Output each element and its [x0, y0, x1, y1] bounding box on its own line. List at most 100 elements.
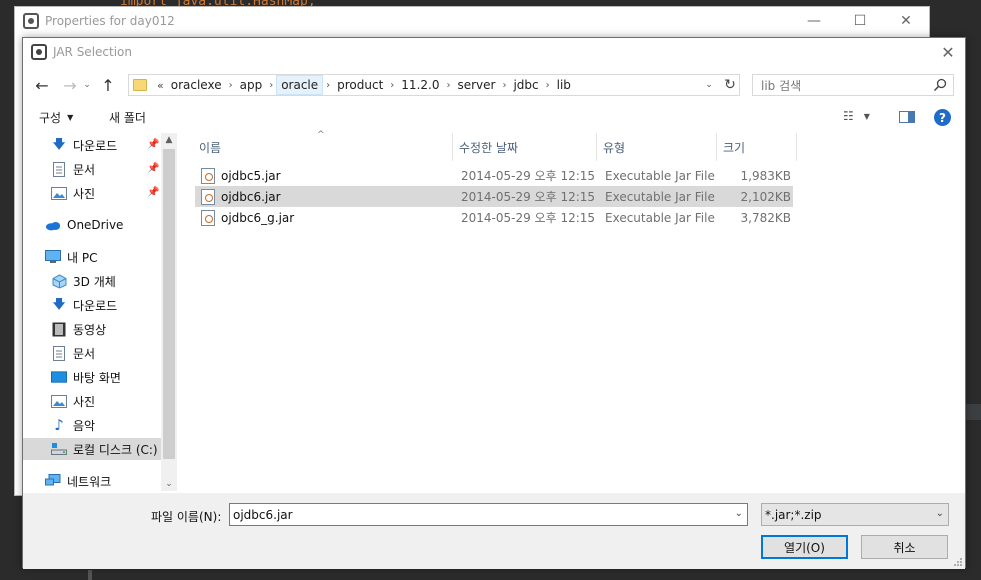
chevron-right-icon[interactable]: ›: [543, 80, 553, 91]
resize-grip-icon[interactable]: [953, 557, 963, 567]
eclipse-icon: [31, 44, 47, 60]
nav-item-label: 문서: [73, 162, 96, 177]
chevron-right-icon[interactable]: ›: [387, 80, 397, 91]
breadcrumb-oracle[interactable]: oracle: [276, 75, 324, 95]
dialog-titlebar: JAR Selection: [23, 38, 965, 66]
column-date-modified[interactable]: 수정한 날짜: [453, 133, 597, 161]
nav-item-desktop[interactable]: 바탕 화면: [51, 366, 121, 388]
breadcrumb-product[interactable]: product: [333, 75, 387, 95]
chevron-down-icon: ▼: [863, 111, 870, 121]
breadcrumb-server[interactable]: server: [453, 75, 499, 95]
nav-item-onedrive[interactable]: OneDrive: [45, 214, 123, 236]
breadcrumb-lib[interactable]: lib: [553, 75, 575, 95]
nav-item-downloads[interactable]: 🡇 다운로드: [51, 294, 117, 316]
nav-item-3d-objects[interactable]: 3D 개체: [51, 270, 116, 292]
onedrive-icon: [45, 217, 61, 233]
recent-locations-button[interactable]: ⌄: [81, 74, 93, 96]
new-folder-button[interactable]: 새 폴더: [109, 109, 146, 126]
nav-item-label: OneDrive: [67, 218, 124, 232]
file-name-label: 파일 이름(N):: [151, 510, 222, 524]
column-size[interactable]: 크기: [717, 133, 797, 161]
forward-button[interactable]: →: [59, 74, 81, 96]
file-row[interactable]: ojdbc6_g.jar 2014-05-29 오후 12:15 Executa…: [195, 207, 793, 228]
preview-pane-icon[interactable]: [899, 111, 915, 123]
column-name[interactable]: 이름: [193, 133, 453, 161]
cancel-button[interactable]: 취소: [861, 535, 948, 559]
pin-icon[interactable]: 📌: [147, 139, 159, 150]
folder-icon: [133, 79, 147, 91]
file-size: 1,983KB: [740, 168, 791, 183]
breadcrumb-overflow[interactable]: «: [153, 79, 167, 92]
pin-icon[interactable]: 📌: [147, 187, 159, 198]
chevron-down-icon[interactable]: ⌄: [936, 508, 944, 519]
breadcrumb-jdbc[interactable]: jdbc: [509, 75, 542, 95]
pin-icon[interactable]: 📌: [147, 163, 159, 174]
refresh-icon[interactable]: ↻: [720, 74, 740, 96]
file-name-cell: ojdbc6_g.jar: [195, 209, 451, 226]
minimize-button[interactable]: —: [791, 7, 837, 35]
file-row-selected[interactable]: ojdbc6.jar 2014-05-29 오후 12:15 Executabl…: [195, 186, 793, 207]
dialog-title: JAR Selection: [53, 45, 132, 59]
chevron-right-icon[interactable]: ›: [226, 80, 236, 91]
nav-item-label: 동영상: [73, 322, 107, 337]
nav-item-network[interactable]: 네트워크: [45, 470, 111, 491]
properties-title: Properties for day012: [45, 14, 175, 28]
organize-button[interactable]: 구성 ▼: [39, 109, 73, 126]
local-disk-icon: [51, 441, 67, 457]
chevron-down-icon[interactable]: ⌄: [735, 508, 743, 519]
view-options-button[interactable]: ☷ ▼: [843, 109, 870, 123]
scrollbar-thumb[interactable]: [163, 149, 175, 459]
nav-item-label: 다운로드: [73, 298, 118, 313]
pictures-icon: [51, 185, 67, 201]
scroll-down-icon[interactable]: ⌄: [161, 477, 177, 491]
nav-item-label: 바탕 화면: [73, 370, 121, 385]
nav-item-pictures-quick[interactable]: 사진: [51, 182, 95, 204]
dialog-close-button[interactable]: ✕: [931, 38, 965, 66]
file-row[interactable]: ojdbc5.jar 2014-05-29 오후 12:15 Executabl…: [195, 165, 793, 186]
nav-item-videos[interactable]: 동영상: [51, 318, 106, 340]
breadcrumb-app[interactable]: app: [236, 75, 267, 95]
editor-gutter: [88, 570, 92, 580]
open-button[interactable]: 열기(O): [761, 535, 848, 559]
nav-item-documents[interactable]: 문서: [51, 342, 95, 364]
column-header-row: ^ 이름 수정한 날짜 유형 크기: [193, 130, 799, 161]
maximize-button[interactable]: ☐: [837, 7, 883, 35]
chevron-right-icon[interactable]: ›: [323, 80, 333, 91]
nav-item-label: 네트워크: [67, 474, 112, 489]
nav-pane-scrollbar[interactable]: ▲ ⌄: [161, 133, 177, 491]
document-icon: [51, 161, 67, 177]
scroll-up-icon[interactable]: ▲: [161, 133, 177, 147]
nav-item-local-disk[interactable]: 로컬 디스크 (C:): [23, 438, 161, 460]
search-icon[interactable]: [933, 78, 947, 92]
breadcrumb-version[interactable]: 11.2.0: [397, 75, 443, 95]
file-type: Executable Jar File: [605, 189, 715, 204]
nav-item-music[interactable]: ♪ 음악: [51, 414, 95, 436]
desktop-icon: [51, 369, 67, 385]
column-type[interactable]: 유형: [597, 133, 717, 161]
file-name: ojdbc5.jar: [221, 168, 281, 183]
search-input[interactable]: lib 검색: [752, 74, 954, 96]
pc-icon: [45, 249, 61, 265]
eclipse-icon: [23, 13, 39, 29]
nav-item-this-pc[interactable]: 내 PC: [45, 246, 97, 268]
download-icon: 🡇: [52, 136, 66, 151]
help-icon[interactable]: ?: [934, 109, 951, 126]
nav-item-pictures[interactable]: 사진: [51, 390, 95, 412]
file-name-cell: ojdbc5.jar: [195, 167, 451, 184]
file-name-value: ojdbc6.jar: [233, 507, 293, 522]
breadcrumb-oraclexe[interactable]: oraclexe: [167, 75, 226, 95]
video-icon: [51, 321, 67, 337]
nav-item-downloads-quick[interactable]: 🡇 다운로드: [51, 134, 117, 156]
chevron-right-icon[interactable]: ›: [443, 80, 453, 91]
up-button[interactable]: ↑: [97, 74, 119, 96]
close-button[interactable]: ✕: [883, 7, 929, 35]
back-button[interactable]: ←: [31, 74, 53, 96]
nav-item-documents-quick[interactable]: 문서: [51, 158, 95, 180]
address-dropdown-icon[interactable]: ⌄: [699, 74, 719, 96]
file-type-select[interactable]: *.jar;*.zip ⌄: [761, 503, 949, 526]
chevron-right-icon[interactable]: ›: [499, 80, 509, 91]
chevron-right-icon[interactable]: ›: [266, 80, 276, 91]
address-bar[interactable]: « oraclexe › app › oracle › product › 11…: [128, 74, 740, 96]
file-name-input[interactable]: ojdbc6.jar ⌄: [229, 503, 748, 526]
nav-item-label: 문서: [73, 346, 96, 361]
